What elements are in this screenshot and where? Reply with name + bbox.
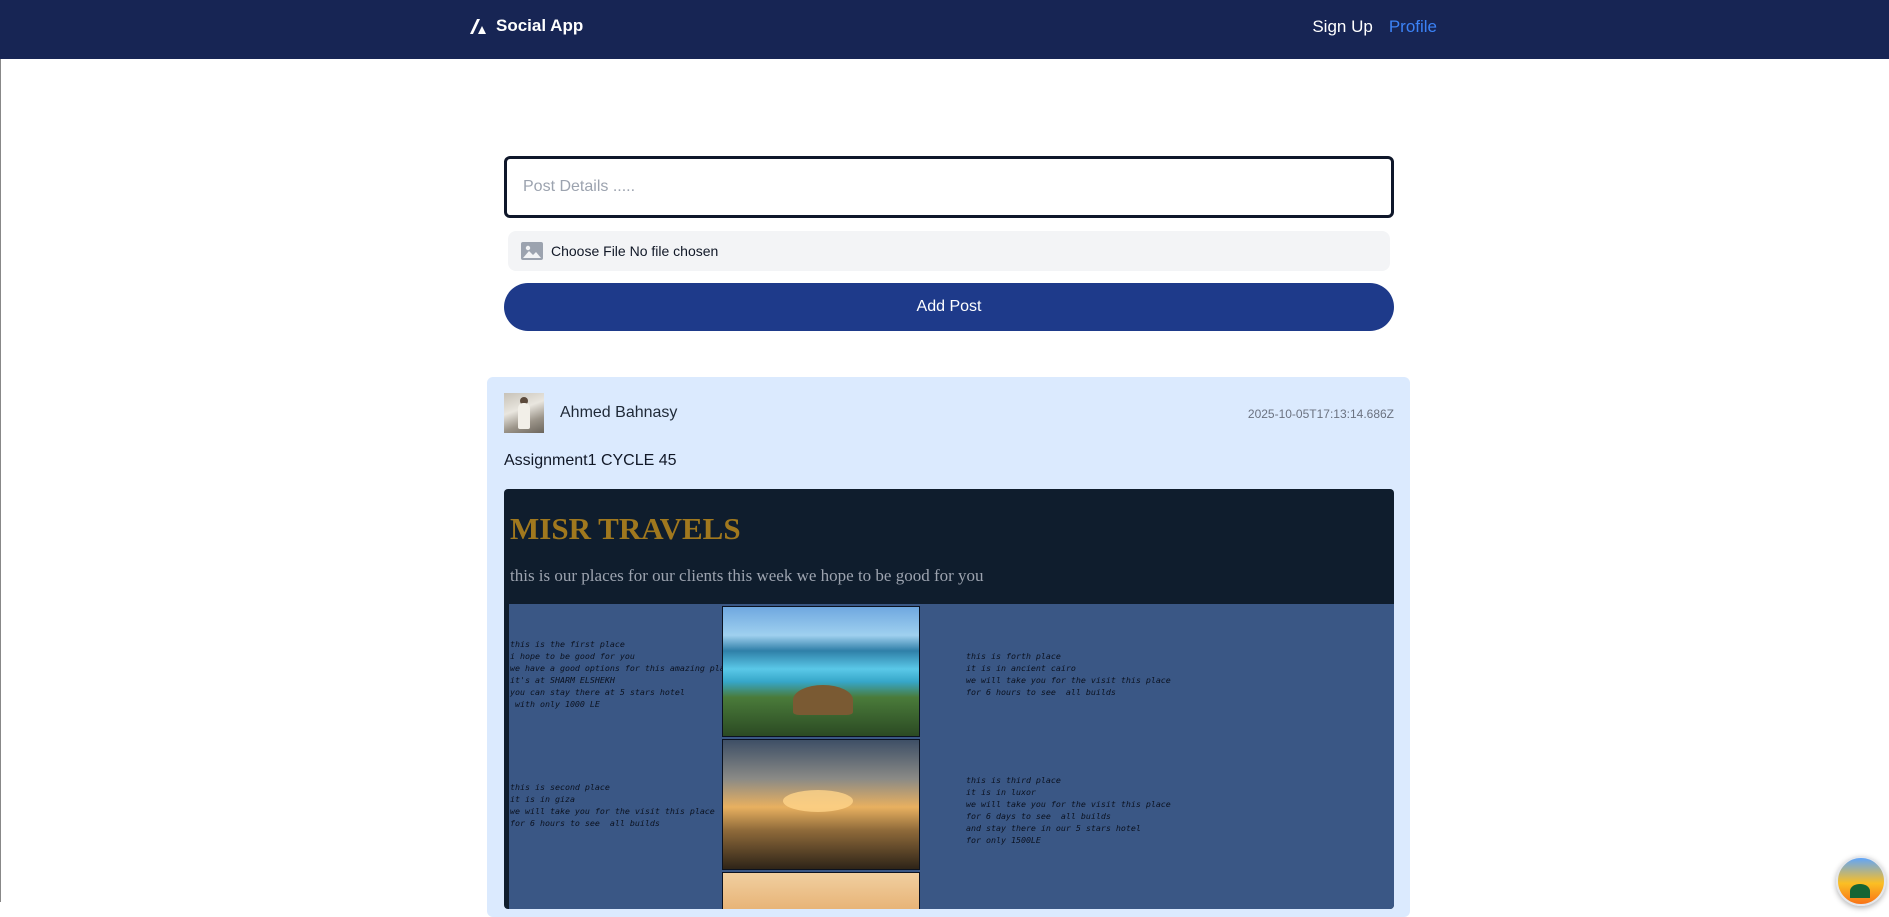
brand-link[interactable]: Social App bbox=[468, 16, 583, 36]
post-timestamp: 2025-10-05T17:13:14.686Z bbox=[1247, 407, 1394, 421]
navbar: Social App Sign Up Profile bbox=[0, 0, 1889, 59]
file-input[interactable]: Choose File No file chosen bbox=[508, 231, 1390, 271]
triangle-logo-icon bbox=[470, 19, 486, 34]
avatar[interactable] bbox=[504, 393, 544, 433]
post-body: Assignment1 CYCLE 45 bbox=[504, 452, 677, 469]
file-input-label: Choose File No file chosen bbox=[551, 243, 719, 259]
post-author[interactable]: Ahmed Bahnasy bbox=[560, 404, 677, 422]
window-edge bbox=[0, 0, 1, 902]
post-card: Ahmed Bahnasy 2025-10-05T17:13:14.686Z A… bbox=[487, 377, 1410, 917]
place-first-text: this is the first place i hope to be goo… bbox=[510, 639, 740, 709]
floating-avatar-widget[interactable] bbox=[1836, 856, 1886, 906]
place-third-text: this is third place it is in luxor we wi… bbox=[966, 775, 1171, 845]
post-details-input[interactable] bbox=[504, 156, 1394, 218]
nav-links: Sign Up Profile bbox=[1312, 17, 1437, 37]
place-forth-text: this is forth place it is in ancient cai… bbox=[966, 651, 1171, 697]
brand-name: Social App bbox=[496, 16, 584, 35]
giza-photo bbox=[722, 739, 920, 870]
nav-signup-link[interactable]: Sign Up bbox=[1312, 17, 1372, 37]
place-second-text: this is second place it is in giza we wi… bbox=[510, 782, 715, 828]
avatar-figure bbox=[518, 403, 530, 429]
nav-profile-link[interactable]: Profile bbox=[1389, 17, 1437, 37]
add-post-button[interactable]: Add Post bbox=[504, 283, 1394, 331]
image-title: MISR TRAVELS bbox=[510, 511, 741, 546]
image-subtitle: this is our places for our clients this … bbox=[510, 566, 984, 585]
image-icon bbox=[521, 242, 543, 260]
post-image: MISR TRAVELS this is our places for our … bbox=[504, 489, 1394, 909]
sharm-photo bbox=[722, 606, 920, 737]
bottom-photo-left bbox=[722, 872, 920, 909]
